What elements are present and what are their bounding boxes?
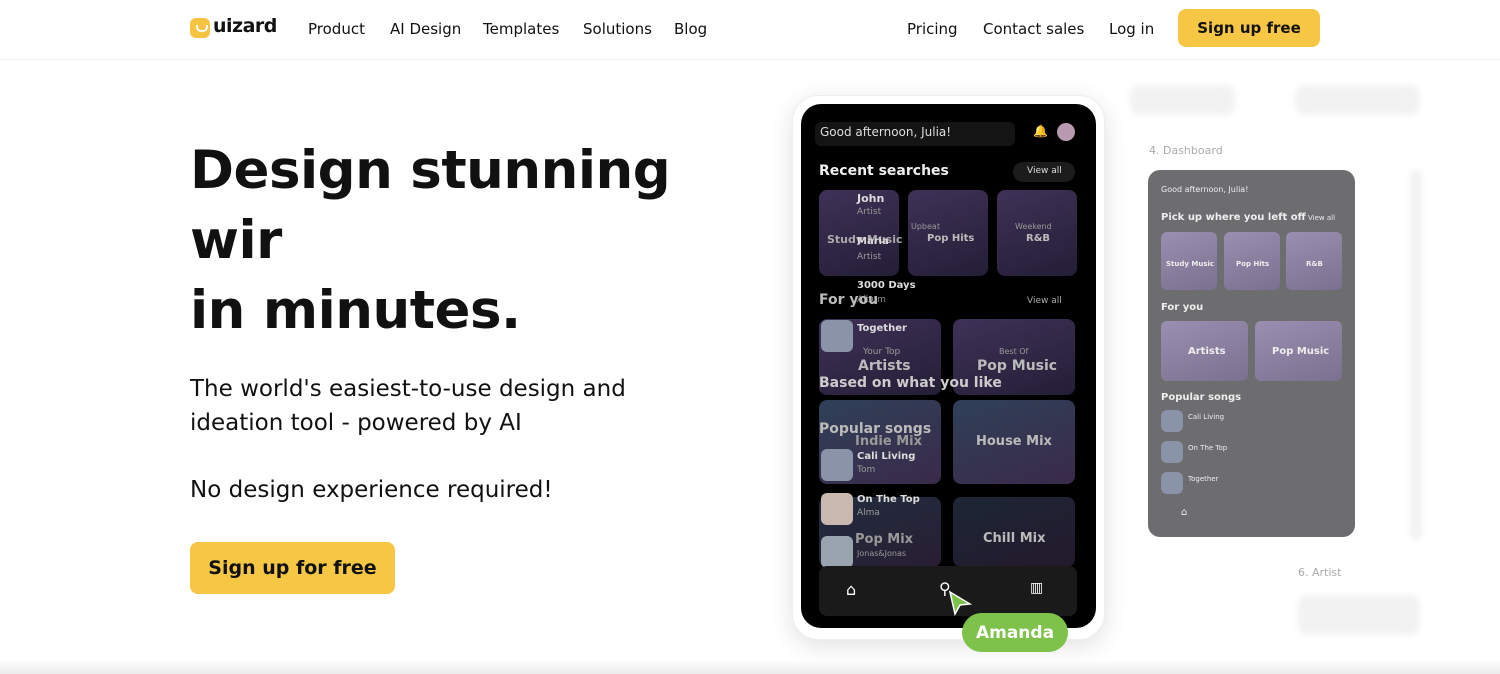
recent-name: John xyxy=(857,192,885,205)
ghost-shape xyxy=(1130,85,1235,115)
card-top: Upbeat xyxy=(911,222,940,231)
section-shadow xyxy=(0,660,1500,674)
card-title: Pop Hits xyxy=(927,233,975,244)
card-title: R&B xyxy=(1026,233,1051,244)
home-icon: ⌂ xyxy=(1181,507,1188,518)
card-title: Artists xyxy=(858,358,911,374)
subtitle-line: The world's easiest-to-use design and xyxy=(190,376,626,402)
ghost-shape xyxy=(1410,170,1422,540)
title-line: in minutes. xyxy=(190,280,521,341)
collaborator-cursor-label: Amanda xyxy=(962,613,1068,652)
home-icon[interactable]: ⌂ xyxy=(846,580,856,599)
song-name: Together xyxy=(1188,475,1219,483)
mix-title: House Mix xyxy=(976,434,1052,449)
song-sub: Jonas&Jonas xyxy=(857,549,907,558)
card-title: Pop Hits xyxy=(1236,260,1270,268)
title-line: Design stunning xyxy=(190,140,671,201)
card-top: Your Top xyxy=(863,347,901,357)
section-based-on: Based on what you like xyxy=(819,375,1002,391)
hero-title: Design stunning wir in minutes. xyxy=(190,136,671,346)
section-title: Pick up where you left off xyxy=(1161,212,1306,223)
flow-label-dashboard: 4. Dashboard xyxy=(1149,144,1223,157)
uizard-logo-icon[interactable] xyxy=(190,18,210,38)
nav-contact-sales[interactable]: Contact sales xyxy=(983,20,1084,38)
recent-name: Maria xyxy=(857,236,889,247)
greeting: Good afternoon, Julia! xyxy=(820,125,952,139)
view-all-button[interactable]: View all xyxy=(1027,166,1062,176)
card-title: Artists xyxy=(1188,346,1226,357)
recent-sub: Artist xyxy=(857,252,882,262)
song-name: Together xyxy=(857,323,907,334)
recent-name: 3000 Days xyxy=(857,280,916,291)
ghost-shape xyxy=(1298,595,1420,635)
song-name: Cali Living xyxy=(857,451,916,462)
cursor-arrow-icon xyxy=(948,590,972,616)
top-nav: uizard Product AI Design Templates Solut… xyxy=(0,0,1500,60)
nav-blog[interactable]: Blog xyxy=(674,20,707,38)
card-title: R&B xyxy=(1306,260,1323,268)
song-sub: Tom xyxy=(857,465,876,475)
nav-log-in[interactable]: Log in xyxy=(1109,20,1154,38)
view-all: View all xyxy=(1308,214,1336,222)
recent-sub: Artist xyxy=(857,207,882,217)
logo[interactable]: uizard xyxy=(213,15,277,37)
view-all-button[interactable]: View all xyxy=(1027,296,1062,306)
section-recent: Recent searches xyxy=(819,163,949,179)
signup-for-free-button[interactable]: Sign up for free xyxy=(190,542,395,594)
section-title: Popular songs xyxy=(1161,392,1242,403)
phone-screen: Good afternoon, Julia! 🔔 Recent searches… xyxy=(801,104,1096,628)
section-title: For you xyxy=(1161,302,1204,313)
mix-title: Indie Mix xyxy=(855,434,922,449)
ghost-shape xyxy=(1295,85,1420,115)
song-name: Cali Living xyxy=(1188,413,1225,421)
title-line: wir xyxy=(190,210,282,271)
nav-pricing[interactable]: Pricing xyxy=(907,20,958,38)
song-sub: Alma xyxy=(857,508,880,518)
flow-label-artist: 6. Artist xyxy=(1298,566,1342,579)
library-icon[interactable]: ▥ xyxy=(1030,580,1043,596)
song-name: On The Top xyxy=(857,494,920,505)
signup-free-button[interactable]: Sign up free xyxy=(1178,9,1320,47)
card-top: Best Of xyxy=(999,347,1029,356)
nav-ai-design[interactable]: AI Design xyxy=(390,20,461,38)
dashboard-screen-preview[interactable]: Good afternoon, Julia! Pick up where you… xyxy=(1148,170,1355,537)
hero-note: No design experience required! xyxy=(190,477,553,503)
nav-templates[interactable]: Templates xyxy=(483,20,559,38)
nav-product[interactable]: Product xyxy=(308,20,365,38)
song-name: On The Top xyxy=(1188,444,1228,452)
card-top: Weekend xyxy=(1015,222,1052,231)
card-title: Pop Music xyxy=(1272,346,1330,357)
card-title: Study Music xyxy=(1166,260,1215,268)
section-for-you: For you xyxy=(819,292,879,308)
mix-title: Chill Mix xyxy=(983,531,1046,546)
greeting: Good afternoon, Julia! xyxy=(1161,185,1249,194)
card-title: Pop Music xyxy=(977,358,1058,374)
bell-icon[interactable]: 🔔 xyxy=(1033,124,1048,138)
nav-solutions[interactable]: Solutions xyxy=(583,20,652,38)
mix-title: Pop Mix xyxy=(855,532,914,547)
hero-subtitle: The world's easiest-to-use design and ide… xyxy=(190,372,626,440)
avatar[interactable] xyxy=(1057,123,1075,141)
subtitle-line: ideation tool - powered by AI xyxy=(190,410,522,436)
